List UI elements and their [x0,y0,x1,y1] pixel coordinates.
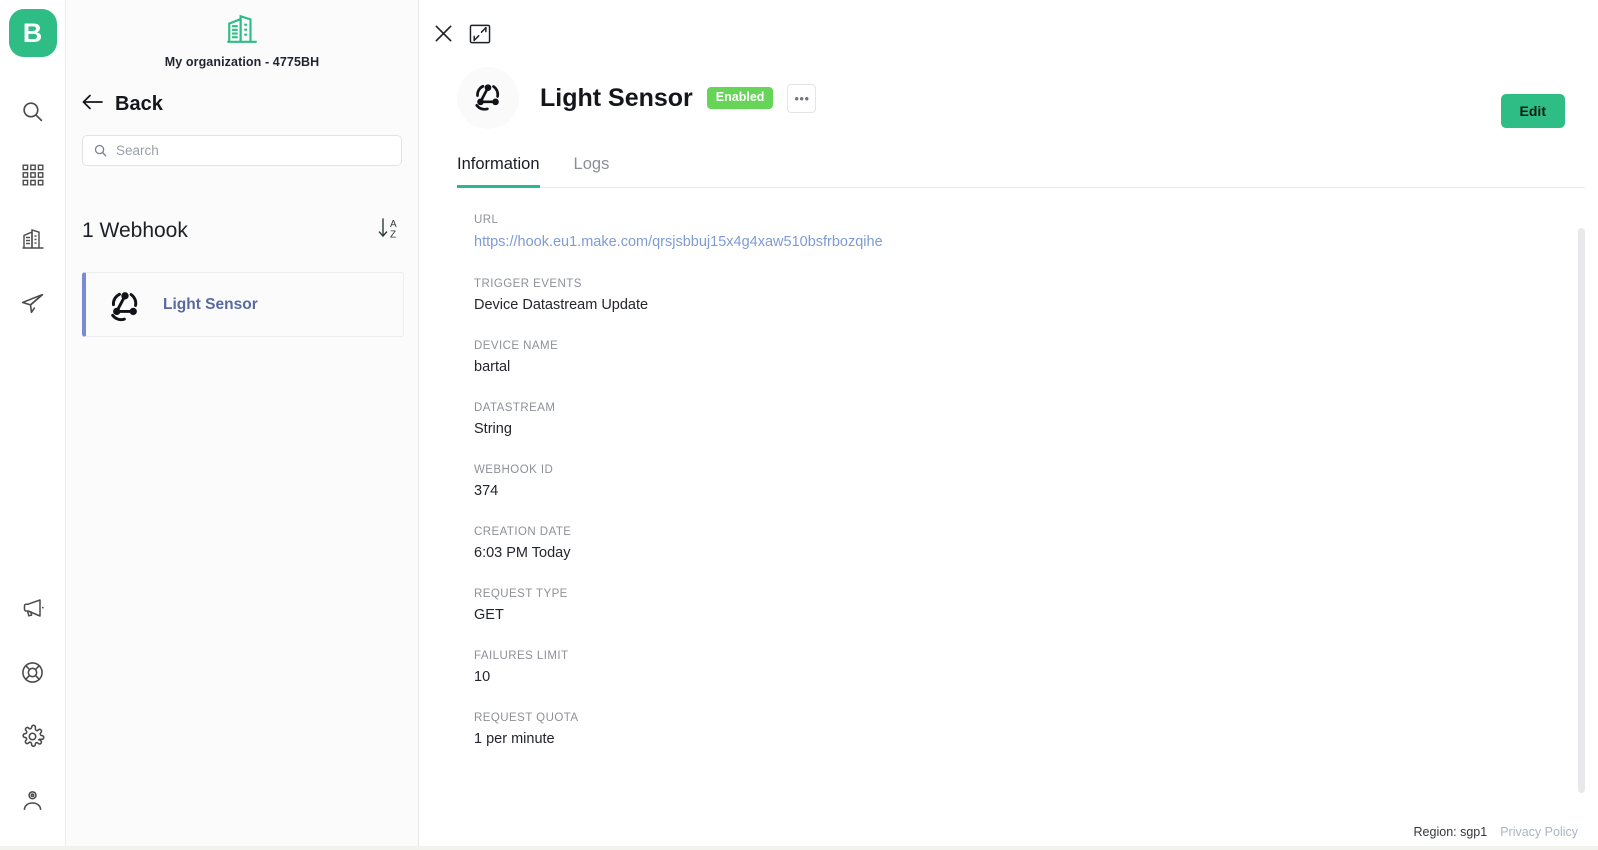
field-value: 6:03 PM Today [474,545,1598,561]
svg-text:Z: Z [390,230,396,241]
field-label: DATASTREAM [474,402,1598,414]
field-creation-date: CREATION DATE 6:03 PM Today [474,526,1598,561]
field-datastream: DATASTREAM String [474,402,1598,437]
rail-account-button[interactable] [0,768,66,832]
field-label: WEBHOOK ID [474,464,1598,476]
field-failures-limit: FAILURES LIMIT 10 [474,650,1598,685]
bottom-strip [0,846,1598,850]
grid-apps-icon [22,164,44,186]
field-value: 10 [474,669,1598,685]
expand-fullscreen-icon[interactable] [469,24,491,44]
field-value: bartal [474,359,1598,375]
search-icon [93,143,108,158]
field-device-name: DEVICE NAME bartal [474,340,1598,375]
webhook-count-label: 1 Webhook [82,219,188,243]
back-button[interactable]: Back [82,93,418,116]
rail-support-button[interactable] [0,640,66,704]
ellipsis-icon: ••• [794,91,809,106]
field-list: URL https://hook.eu1.make.com/qrsjsbbuj1… [474,214,1598,747]
arrow-left-icon [82,93,104,116]
building-icon [225,12,259,51]
rail-search-button[interactable] [0,79,66,143]
webhook-icon [468,76,508,121]
organization-header[interactable]: My organization - 4775BH [66,0,418,69]
vertical-scrollbar[interactable] [1578,228,1585,808]
rail-apps-button[interactable] [0,143,66,207]
panel-topbar [419,0,1598,45]
search-box[interactable] [82,135,402,166]
search-input[interactable] [116,143,391,158]
rail-settings-button[interactable] [0,704,66,768]
status-badge: Enabled [707,87,774,109]
field-label: REQUEST TYPE [474,588,1598,600]
lifebuoy-support-icon [20,660,45,685]
webhook-list-panel: My organization - 4775BH Back 1 Webhook [66,0,419,850]
icon-rail: B [0,0,66,850]
field-label: CREATION DATE [474,526,1598,538]
field-label: FAILURES LIMIT [474,650,1598,662]
list-item-label: Light Sensor [163,296,258,314]
sort-button[interactable]: A Z [376,214,402,247]
organization-name: My organization - 4775BH [165,55,320,69]
paper-plane-icon [20,291,45,316]
tab-logs[interactable]: Logs [574,155,610,188]
app-root: B [0,0,1598,850]
more-options-button[interactable]: ••• [787,84,816,113]
user-account-icon [20,788,45,813]
gear-settings-icon [20,724,45,749]
close-icon[interactable] [432,22,455,45]
page-title: Light Sensor [540,84,693,113]
detail-panel: Light Sensor Enabled ••• Edit Informatio… [419,0,1598,850]
field-value: 374 [474,483,1598,499]
field-webhook-id: WEBHOOK ID 374 [474,464,1598,499]
field-value: GET [474,607,1598,623]
organization-building-icon [21,227,45,251]
webhook-count-row: 1 Webhook A Z [82,214,402,247]
region-label: Region: sgp1 [1414,825,1488,839]
field-label: REQUEST QUOTA [474,712,1598,724]
field-value: String [474,421,1598,437]
edit-button[interactable]: Edit [1501,94,1565,128]
rail-deploy-button[interactable] [0,271,66,335]
field-value: Device Datastream Update [474,297,1598,313]
field-request-type: REQUEST TYPE GET [474,588,1598,623]
webhook-icon [103,283,147,327]
detail-header: Light Sensor Enabled ••• [457,67,1598,129]
field-url: URL https://hook.eu1.make.com/qrsjsbbuj1… [474,214,1598,251]
field-label: URL [474,214,1598,226]
brand-logo-letter: B [23,20,43,47]
field-label: DEVICE NAME [474,340,1598,352]
field-trigger-events: TRIGGER EVENTS Device Datastream Update [474,278,1598,313]
scrollbar-thumb[interactable] [1578,228,1585,793]
rail-organization-button[interactable] [0,207,66,271]
footer: Region: sgp1 Privacy Policy [1414,825,1578,839]
sort-az-icon: A Z [376,214,402,247]
field-request-quota: REQUEST QUOTA 1 per minute [474,712,1598,747]
list-item[interactable]: Light Sensor [82,272,404,337]
tab-information[interactable]: Information [457,155,540,188]
back-label: Back [115,93,163,116]
rail-announcements-button[interactable] [0,576,66,640]
brand-logo[interactable]: B [9,9,57,57]
avatar [457,67,519,129]
field-value: 1 per minute [474,731,1598,747]
search-icon [20,99,45,124]
detail-tabs: Information Logs [457,155,1585,188]
field-label: TRIGGER EVENTS [474,278,1598,290]
megaphone-icon [21,596,45,620]
privacy-policy-link[interactable]: Privacy Policy [1500,825,1578,839]
svg-text:A: A [390,219,397,230]
field-value-url[interactable]: https://hook.eu1.make.com/qrsjsbbuj15x4g… [474,234,883,250]
